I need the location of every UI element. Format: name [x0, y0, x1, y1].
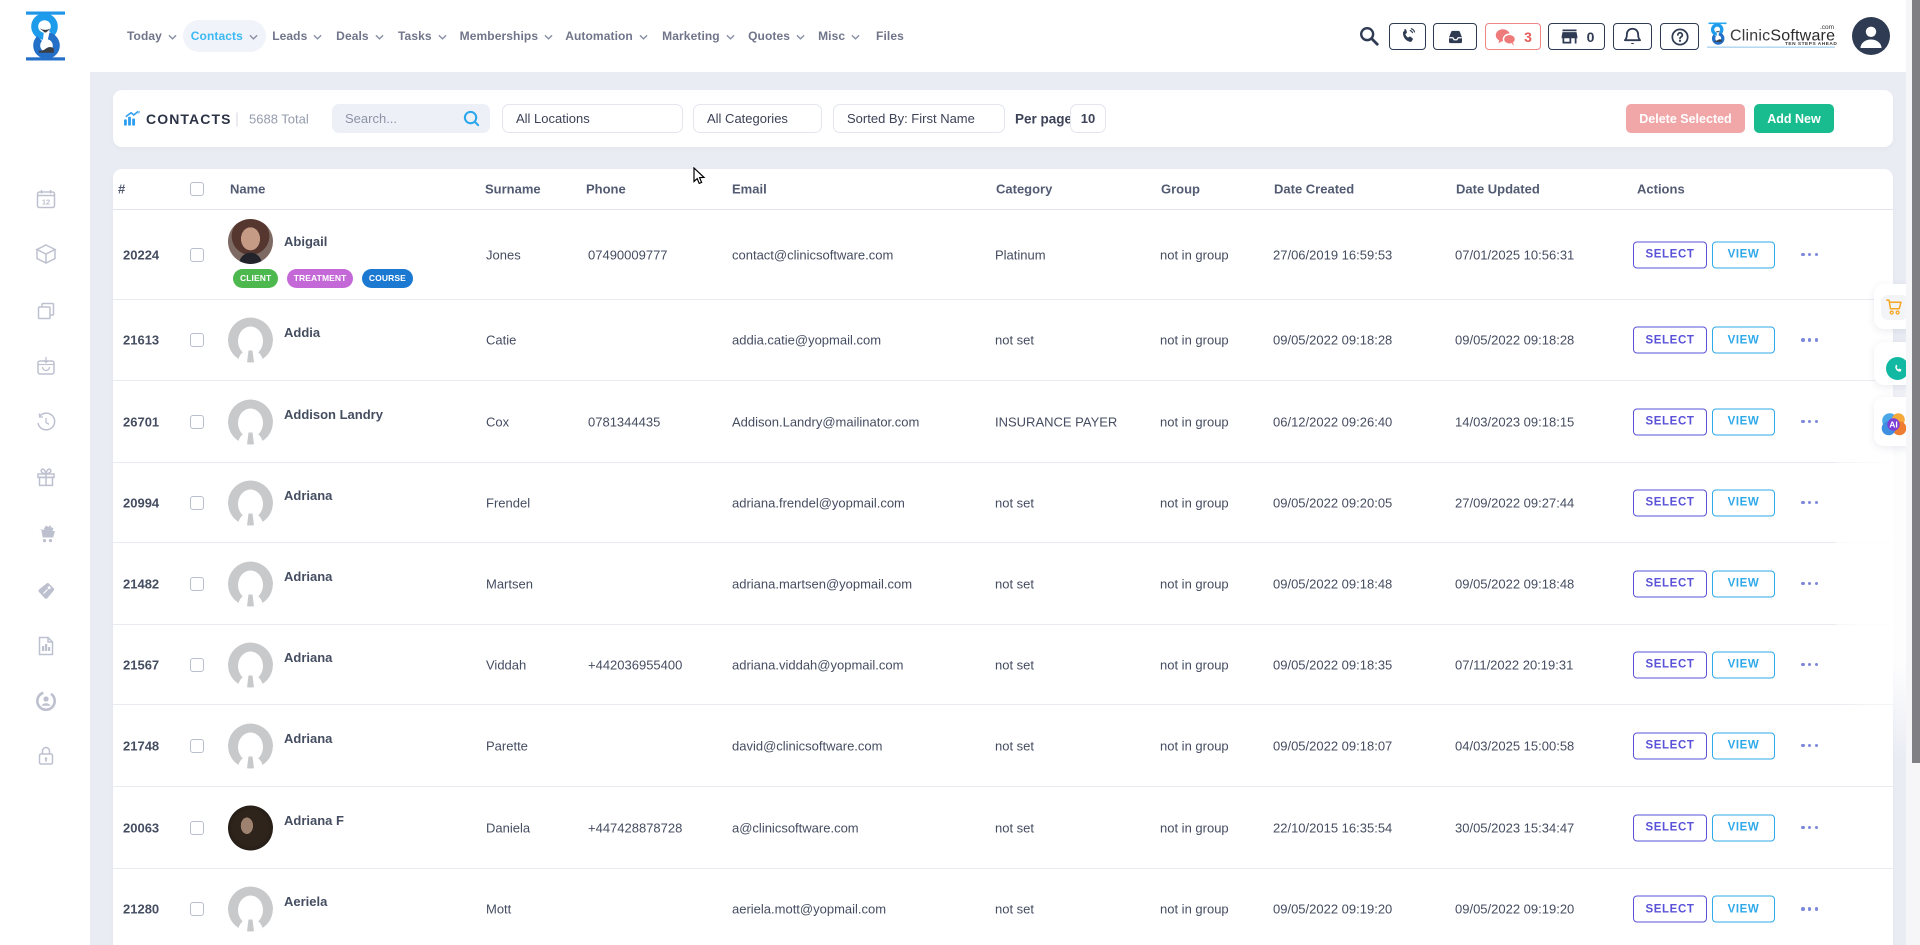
svg-text:12: 12	[42, 198, 50, 207]
svg-text:.com: .com	[1820, 24, 1834, 31]
svg-text:AI: AI	[1889, 420, 1898, 430]
svg-text:TEN STEPS AHEAD: TEN STEPS AHEAD	[1785, 41, 1837, 47]
